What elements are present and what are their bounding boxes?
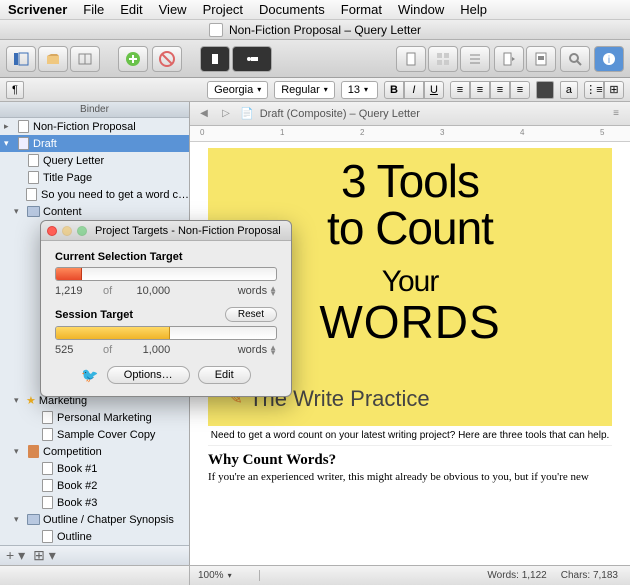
image-caption: Need to get a word count on your latest …: [208, 426, 612, 446]
stepper-icon[interactable]: ▲▼: [269, 286, 277, 296]
selection-unit-select[interactable]: words: [238, 285, 267, 297]
body-paragraph: If you're an experienced writer, this mi…: [208, 471, 612, 483]
path-text[interactable]: Draft (Composite) – Query Letter: [260, 108, 420, 120]
binder-toggle-button[interactable]: [6, 46, 36, 72]
nav-fwd-button[interactable]: ▷: [218, 106, 234, 122]
font-select[interactable]: Georgia▾: [207, 81, 268, 99]
binder-item[interactable]: Book #3: [0, 494, 189, 511]
binder-item[interactable]: Book #2: [0, 477, 189, 494]
session-target-bar: [55, 326, 277, 340]
inspector-button[interactable]: i: [594, 46, 624, 72]
binder-item[interactable]: So you need to get a word c…: [0, 186, 189, 203]
status-bar: 100%▾ Words: 1,122 Chars: 7,183: [0, 565, 630, 585]
align-center-button[interactable]: ≡: [470, 81, 490, 99]
binder-item[interactable]: Book #1: [0, 460, 189, 477]
menu-window[interactable]: Window: [398, 2, 444, 17]
compile-button[interactable]: [494, 46, 524, 72]
font-size-select[interactable]: 13▾: [341, 81, 378, 99]
view-cork-button[interactable]: [428, 46, 458, 72]
stepper-icon[interactable]: ▲▼: [269, 345, 277, 355]
align-right-button[interactable]: ≡: [490, 81, 510, 99]
body-heading: Why Count Words?: [208, 446, 612, 471]
menu-help[interactable]: Help: [460, 2, 487, 17]
menu-documents[interactable]: Documents: [259, 2, 325, 17]
dialog-title: Project Targets - Non-Fiction Proposal: [95, 225, 281, 237]
binder-item[interactable]: Query Letter: [0, 152, 189, 169]
align-justify-button[interactable]: ≡: [510, 81, 530, 99]
selection-target-field[interactable]: 10,000: [120, 285, 170, 297]
binder-item-root[interactable]: ▸Non-Fiction Proposal: [0, 118, 189, 135]
text-color-button[interactable]: [536, 81, 554, 99]
search-button[interactable]: [560, 46, 590, 72]
minimize-button: [62, 226, 72, 236]
close-button[interactable]: [47, 226, 57, 236]
nav-back-button[interactable]: ◀: [196, 106, 212, 122]
project-targets-dialog[interactable]: Project Targets - Non-Fiction Proposal C…: [40, 220, 292, 397]
binder-folder-competition[interactable]: ▾Competition: [0, 443, 189, 460]
binder-footer: + ▾ ⊞ ▾: [0, 545, 189, 565]
binder-add-button[interactable]: + ▾: [6, 547, 25, 564]
menu-project[interactable]: Project: [203, 2, 243, 17]
snapshot-button[interactable]: [526, 46, 556, 72]
session-unit-select[interactable]: words: [238, 344, 267, 356]
menubar: Scrivener File Edit View Project Documen…: [0, 0, 630, 20]
window-titlebar: Non-Fiction Proposal – Query Letter: [0, 20, 630, 40]
char-count: Chars: 7,183: [561, 570, 618, 581]
binder-action-button[interactable]: ⊞ ▾: [33, 547, 56, 564]
path-document-icon: 📄: [240, 107, 254, 120]
underline-button[interactable]: U: [424, 81, 444, 99]
window-title: Non-Fiction Proposal – Query Letter: [229, 23, 421, 37]
menu-edit[interactable]: Edit: [120, 2, 142, 17]
add-button[interactable]: [118, 46, 148, 72]
edit-button[interactable]: Edit: [198, 366, 251, 384]
menu-format[interactable]: Format: [341, 2, 382, 17]
zoom-button: [77, 226, 87, 236]
selection-target-label: Current Selection Target: [55, 251, 183, 263]
align-left-button[interactable]: ≡: [450, 81, 470, 99]
selection-count: 1,219: [55, 285, 95, 297]
binder-item[interactable]: Personal Marketing: [0, 409, 189, 426]
binder-item-draft[interactable]: ▾Draft: [0, 135, 189, 152]
compose-button[interactable]: [200, 46, 230, 72]
list-button[interactable]: ⋮≡: [584, 81, 604, 99]
menu-view[interactable]: View: [159, 2, 187, 17]
table-button[interactable]: ⊞: [604, 81, 624, 99]
italic-button[interactable]: I: [404, 81, 424, 99]
font-style-select[interactable]: Regular▾: [274, 81, 335, 99]
trash-button[interactable]: [152, 46, 182, 72]
session-target-label: Session Target: [55, 309, 133, 321]
binder-item[interactable]: Sample Cover Copy: [0, 426, 189, 443]
split-button[interactable]: ≡: [608, 106, 624, 122]
twitter-icon[interactable]: 🐦: [81, 367, 98, 384]
keywords-button[interactable]: [232, 46, 272, 72]
word-count: Words: 1,122: [487, 570, 546, 581]
session-count: 525: [55, 344, 95, 356]
highlight-button[interactable]: a: [560, 81, 578, 99]
toolbar: i: [0, 40, 630, 78]
menu-app[interactable]: Scrivener: [8, 2, 67, 17]
reset-button[interactable]: Reset: [225, 307, 277, 322]
layout-button[interactable]: [70, 46, 100, 72]
selection-target-bar: [55, 267, 277, 281]
collection-button[interactable]: [38, 46, 68, 72]
view-document-button[interactable]: [396, 46, 426, 72]
zoom-select[interactable]: 100%▾: [190, 570, 260, 581]
bold-button[interactable]: B: [384, 81, 404, 99]
style-preset-button[interactable]: ¶: [6, 81, 24, 99]
binder-header: Binder: [0, 102, 189, 118]
editor-path-bar: ◀ ▷ 📄 Draft (Composite) – Query Letter ≡: [190, 102, 630, 126]
svg-text:i: i: [608, 55, 610, 66]
dialog-titlebar[interactable]: Project Targets - Non-Fiction Proposal: [41, 221, 291, 241]
ruler[interactable]: 012345: [190, 126, 630, 142]
session-target-field[interactable]: 1,000: [120, 344, 170, 356]
format-bar: ¶ Georgia▾ Regular▾ 13▾ B I U ≡ ≡ ≡ ≡ a …: [0, 78, 630, 102]
view-outline-button[interactable]: [460, 46, 490, 72]
binder-folder-content[interactable]: ▾Content: [0, 203, 189, 220]
binder-folder-outline[interactable]: ▾Outline / Chatper Synopsis: [0, 511, 189, 528]
options-button[interactable]: Options…: [107, 366, 190, 384]
menu-file[interactable]: File: [83, 2, 104, 17]
binder-item[interactable]: Outline: [0, 528, 189, 545]
binder-item[interactable]: Title Page: [0, 169, 189, 186]
document-icon: [209, 23, 223, 37]
